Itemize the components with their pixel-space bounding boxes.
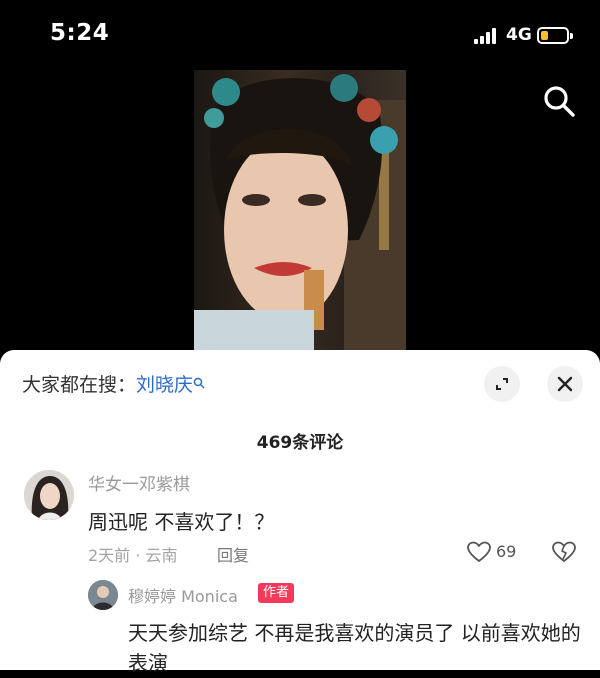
network-type: 4G bbox=[506, 25, 532, 45]
suggestion-hint: 大家都在搜： bbox=[22, 374, 137, 396]
expand-icon[interactable] bbox=[484, 366, 520, 402]
signal-icon bbox=[474, 28, 500, 44]
comment-meta: 2天前 · 云南 bbox=[88, 546, 178, 565]
reply-button[interactable]: 回复 bbox=[217, 542, 249, 566]
suggestion-keyword[interactable]: 刘晓庆 bbox=[136, 374, 193, 396]
battery-icon bbox=[537, 27, 573, 44]
search-suggestion[interactable]: 大家都在搜：刘晓庆 bbox=[22, 370, 205, 397]
like-count: 69 bbox=[496, 542, 517, 561]
broken-heart-icon[interactable] bbox=[551, 540, 577, 564]
comment-sheet: 大家都在搜：刘晓庆 469条评论 华女一邓紫棋 周迅呢 不喜欢了！？ 2天前 ·… bbox=[0, 350, 600, 675]
comment-count: 469条评论 bbox=[256, 433, 344, 453]
comment-text: 周迅呢 不喜欢了！？ bbox=[88, 510, 275, 534]
video-frame[interactable] bbox=[194, 70, 406, 352]
close-icon[interactable] bbox=[547, 366, 583, 402]
status-bar: 5:24 4G bbox=[0, 0, 600, 70]
reply-avatar[interactable] bbox=[88, 580, 118, 610]
reply-username[interactable]: 穆婷婷 Monica bbox=[128, 583, 238, 607]
comment-username[interactable]: 华女一邓紫棋 bbox=[88, 470, 190, 495]
search-icon[interactable] bbox=[540, 82, 578, 120]
avatar[interactable] bbox=[24, 470, 74, 520]
heart-icon[interactable] bbox=[466, 540, 492, 564]
small-search-icon bbox=[193, 372, 205, 389]
author-badge: 作者 bbox=[258, 583, 295, 603]
status-time: 5:24 bbox=[50, 20, 110, 46]
reply-text: 天天参加综艺 不再是我喜欢的演员了 以前喜欢她的表演 bbox=[128, 621, 581, 675]
